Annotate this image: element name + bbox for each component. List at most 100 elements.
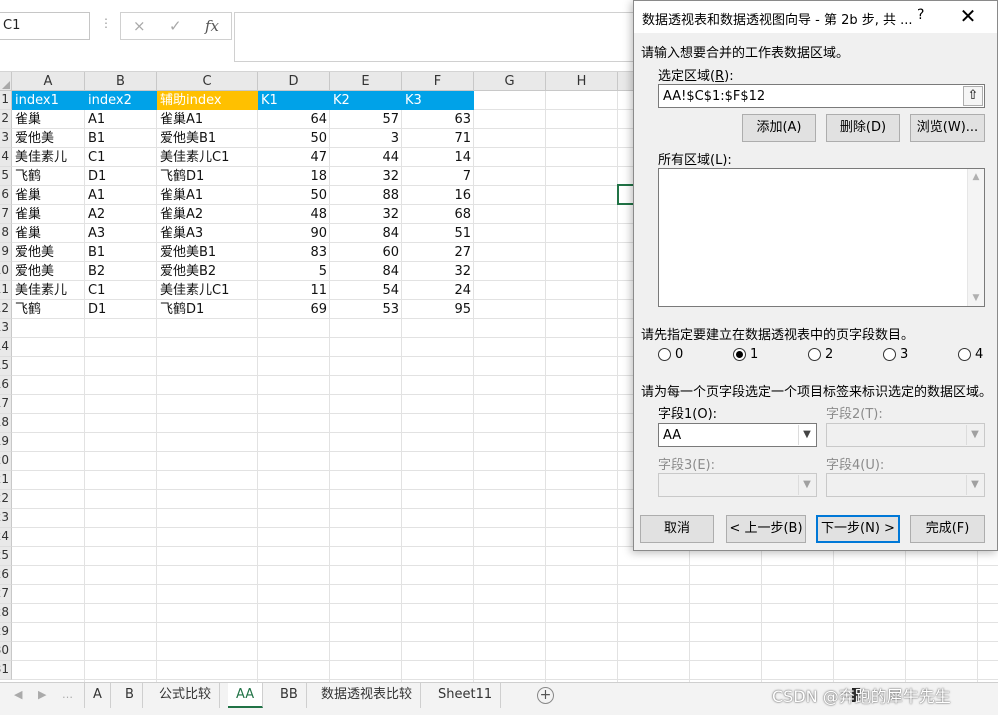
row-header[interactable]: 10 [0,262,12,281]
fx-icon[interactable]: fx [205,17,219,35]
row-header[interactable]: 3 [0,129,12,148]
row-header[interactable]: 28 [0,604,12,623]
column-header-g[interactable]: G [474,72,546,91]
cell-a3[interactable]: 爱他美 [12,129,85,148]
cell-c8[interactable]: 雀巢A3 [157,224,258,243]
cancel-button[interactable]: 取消 [640,515,714,543]
cell-f1[interactable]: K3 [402,91,474,110]
row-header[interactable]: 16 [0,376,12,395]
row-header[interactable]: 1 [0,91,12,110]
cell-d5[interactable]: 18 [258,167,330,186]
sheet-tab-pivot-compare[interactable]: 数据透视表比较 [313,683,422,708]
cell-b9[interactable]: B1 [85,243,157,262]
cell-d12[interactable]: 69 [258,300,330,319]
name-box[interactable]: C1 [0,12,90,40]
sheet-tab-aa[interactable]: AA [228,683,264,708]
range-input[interactable]: AA!$C$1:$F$12 ⇧ [658,84,985,108]
sheet-tab-a[interactable]: A [84,683,111,708]
radio-page-fields-3[interactable] [883,348,896,361]
row-header[interactable]: 23 [0,509,12,528]
radio-page-fields-4[interactable] [958,348,971,361]
cell-c2[interactable]: 雀巢A1 [157,110,258,129]
cell-d4[interactable]: 47 [258,148,330,167]
cell-a4[interactable]: 美佳素儿 [12,148,85,167]
all-ranges-list[interactable]: ▲ ▼ [658,168,985,307]
prev-sheet-icon[interactable]: ◀ [14,688,22,701]
cell-f6[interactable]: 16 [402,186,474,205]
add-button[interactable]: 添加(A) [742,114,816,142]
cell-b3[interactable]: B1 [85,129,157,148]
cell-b5[interactable]: D1 [85,167,157,186]
row-header[interactable]: 2 [0,110,12,129]
enter-icon[interactable]: ✓ [169,17,182,35]
formula-input[interactable] [234,12,654,62]
column-header-a[interactable]: A [12,72,85,91]
cell-c6[interactable]: 雀巢A1 [157,186,258,205]
cell-e10[interactable]: 84 [330,262,402,281]
field2-select[interactable]: ▼ [826,423,985,447]
cell-e1[interactable]: K2 [330,91,402,110]
cell-a5[interactable]: 飞鹤 [12,167,85,186]
list-scrollbar[interactable]: ▲ ▼ [967,169,984,306]
cell-e7[interactable]: 32 [330,205,402,224]
cell-e8[interactable]: 84 [330,224,402,243]
cell-c10[interactable]: 爱他美B2 [157,262,258,281]
row-header[interactable]: 21 [0,471,12,490]
add-sheet-icon[interactable]: + [537,687,554,704]
cell-b12[interactable]: D1 [85,300,157,319]
row-header[interactable]: 12 [0,300,12,319]
cell-f5[interactable]: 7 [402,167,474,186]
row-header[interactable]: 25 [0,547,12,566]
row-header[interactable]: 31 [0,661,12,680]
cell-a11[interactable]: 美佳素儿 [12,281,85,300]
more-sheets-icon[interactable]: … [62,688,73,701]
row-header[interactable]: 6 [0,186,12,205]
cell-f7[interactable]: 68 [402,205,474,224]
cell-a2[interactable]: 雀巢 [12,110,85,129]
sheet-tab-formula-compare[interactable]: 公式比较 [151,683,221,708]
cell-f8[interactable]: 51 [402,224,474,243]
cell-a9[interactable]: 爱他美 [12,243,85,262]
row-header[interactable]: 27 [0,585,12,604]
cell-d3[interactable]: 50 [258,129,330,148]
cell-b8[interactable]: A3 [85,224,157,243]
finish-button[interactable]: 完成(F) [910,515,985,543]
cell-b6[interactable]: A1 [85,186,157,205]
sheet-tab-b[interactable]: B [117,683,143,708]
row-header[interactable]: 4 [0,148,12,167]
cell-e2[interactable]: 57 [330,110,402,129]
cell-b2[interactable]: A1 [85,110,157,129]
delete-button[interactable]: 删除(D) [826,114,900,142]
field3-select[interactable]: ▼ [658,473,817,497]
browse-button[interactable]: 浏览(W)... [910,114,985,142]
select-all-corner[interactable] [0,72,12,91]
cell-e6[interactable]: 88 [330,186,402,205]
cell-d8[interactable]: 90 [258,224,330,243]
row-header[interactable]: 19 [0,433,12,452]
radio-page-fields-1[interactable] [733,348,746,361]
cell-a12[interactable]: 飞鹤 [12,300,85,319]
cell-f2[interactable]: 63 [402,110,474,129]
cell-a7[interactable]: 雀巢 [12,205,85,224]
cell-b4[interactable]: C1 [85,148,157,167]
cell-c9[interactable]: 爱他美B1 [157,243,258,262]
row-header[interactable]: 24 [0,528,12,547]
cell-f9[interactable]: 27 [402,243,474,262]
row-header[interactable]: 22 [0,490,12,509]
column-header-d[interactable]: D [258,72,330,91]
cell-b11[interactable]: C1 [85,281,157,300]
cell-d9[interactable]: 83 [258,243,330,262]
cell-c3[interactable]: 爱他美B1 [157,129,258,148]
help-icon[interactable]: ? [917,7,933,23]
dialog-title-bar[interactable]: 数据透视表和数据透视图向导 - 第 2b 步, 共 ... ? ✕ [634,1,997,33]
cell-d11[interactable]: 11 [258,281,330,300]
cell-b1[interactable]: index2 [85,91,157,110]
cell-f4[interactable]: 14 [402,148,474,167]
cell-c12[interactable]: 飞鹤D1 [157,300,258,319]
cell-a8[interactable]: 雀巢 [12,224,85,243]
radio-page-fields-0[interactable] [658,348,671,361]
column-header-h[interactable]: H [546,72,618,91]
row-header[interactable]: 30 [0,642,12,661]
cell-f10[interactable]: 32 [402,262,474,281]
row-header[interactable]: 9 [0,243,12,262]
